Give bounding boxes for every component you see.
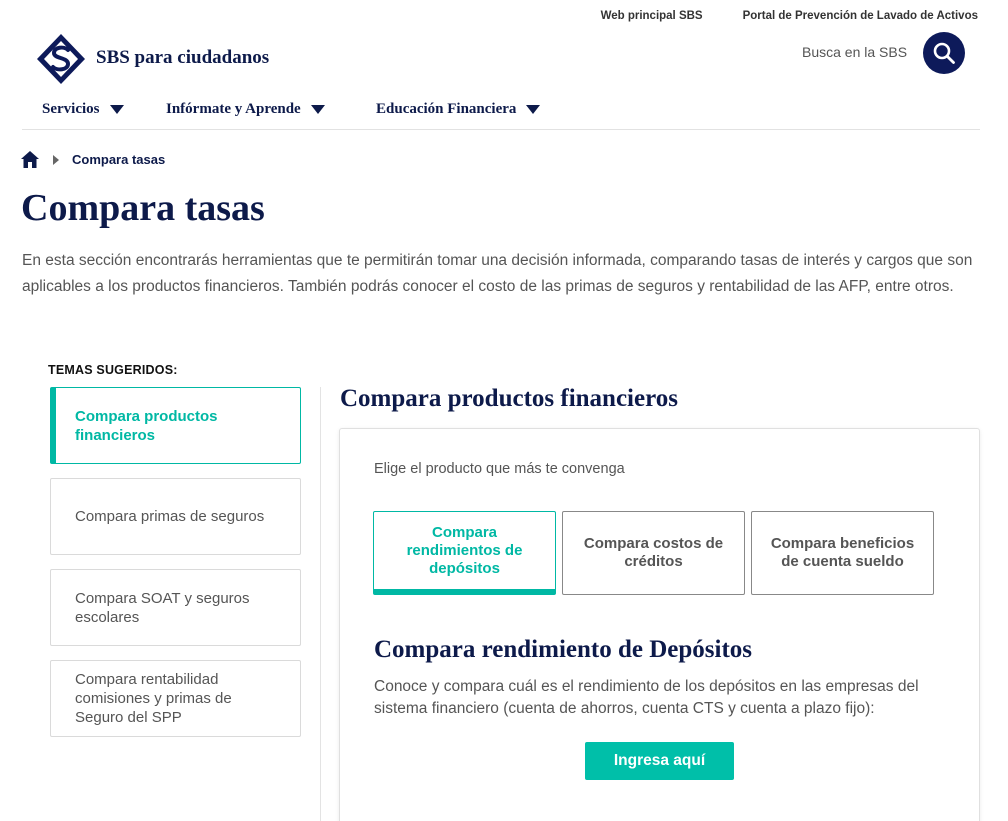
brand-logo[interactable]: SBS para ciudadanos bbox=[36, 33, 269, 85]
main-nav: Servicios Infórmate y Aprende Educación … bbox=[42, 101, 541, 118]
option-label: Compara beneficios de cuenta sueldo bbox=[770, 535, 915, 570]
sidebar-item-label: Compara primas de seguros bbox=[75, 508, 265, 525]
search-button[interactable] bbox=[923, 32, 965, 74]
nav-item-label: Infórmate y Aprende bbox=[166, 101, 301, 117]
nav-item-informate[interactable]: Infórmate y Aprende bbox=[166, 101, 376, 118]
breadcrumb-current: Compara tasas bbox=[72, 152, 166, 167]
option-rendimientos-depositos[interactable]: Compara rendimientos de depósitos bbox=[373, 511, 556, 595]
sidebar-item-label: Compara rentabilidad comisiones y primas… bbox=[75, 671, 232, 726]
caret-down-icon bbox=[526, 105, 541, 114]
sbs-logo-icon bbox=[37, 34, 85, 84]
search-icon bbox=[933, 42, 955, 64]
nav-item-servicios[interactable]: Servicios bbox=[42, 101, 166, 118]
caret-down-icon bbox=[310, 105, 325, 114]
caret-down-icon bbox=[109, 105, 124, 114]
sidebar-item-rentabilidad[interactable]: Compara rentabilidad comisiones y primas… bbox=[50, 660, 301, 737]
nav-item-label: Educación Financiera bbox=[376, 101, 517, 117]
choose-product-text: Elige el producto que más te convenga bbox=[374, 461, 625, 477]
option-label: Compara costos de créditos bbox=[583, 535, 724, 570]
sidebar-label: TEMAS SUGERIDOS: bbox=[48, 363, 178, 377]
link-web-principal[interactable]: Web principal SBS bbox=[601, 10, 703, 22]
sidebar-item-label: Compara productos financieros bbox=[75, 407, 218, 444]
utility-links: Web principal SBS Portal de Prevención d… bbox=[601, 10, 978, 22]
section-title: Compara productos financieros bbox=[340, 385, 678, 412]
chevron-right-icon bbox=[53, 154, 59, 165]
sidebar-item-productos[interactable]: Compara productos financieros bbox=[50, 387, 301, 464]
nav-item-label: Servicios bbox=[42, 101, 100, 117]
page-title: Compara tasas bbox=[21, 187, 265, 229]
sub-title: Compara rendimiento de Depósitos bbox=[374, 636, 753, 663]
option-label: Compara rendimientos de depósitos bbox=[406, 523, 523, 577]
sidebar-item-primas[interactable]: Compara primas de seguros bbox=[50, 478, 301, 555]
page-intro: En esta sección encontrarás herramientas… bbox=[22, 252, 973, 295]
link-portal-lavado[interactable]: Portal de Prevención de Lavado de Activo… bbox=[743, 10, 978, 22]
nav-item-educacion[interactable]: Educación Financiera bbox=[376, 101, 541, 118]
sidebar-item-label: Compara SOAT y seguros escolares bbox=[75, 589, 250, 626]
breadcrumb: Compara tasas bbox=[21, 151, 165, 168]
sidebar-divider bbox=[320, 387, 321, 821]
nav-divider bbox=[22, 129, 980, 130]
ingresa-aqui-button[interactable]: Ingresa aquí bbox=[585, 742, 734, 780]
option-beneficios-cuenta-sueldo[interactable]: Compara beneficios de cuenta sueldo bbox=[751, 511, 934, 595]
brand-name: SBS para ciudadanos bbox=[96, 47, 270, 68]
home-icon[interactable] bbox=[21, 151, 39, 168]
sidebar-item-soat[interactable]: Compara SOAT y seguros escolares bbox=[50, 569, 301, 646]
option-costos-creditos[interactable]: Compara costos de créditos bbox=[562, 511, 745, 595]
search-label[interactable]: Busca en la SBS bbox=[802, 44, 907, 60]
sub-description: Conoce y compara cuál es el rendimiento … bbox=[374, 678, 919, 717]
